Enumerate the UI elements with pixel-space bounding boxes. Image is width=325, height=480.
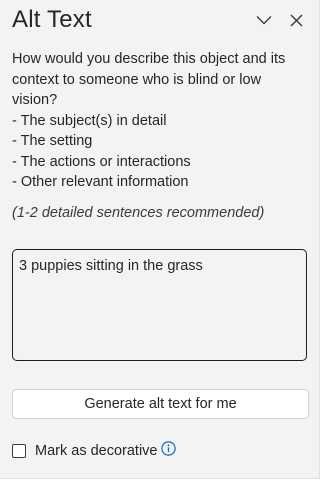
instructions-line: vision?	[12, 92, 58, 108]
collapse-button[interactable]	[252, 8, 276, 32]
instructions-line: How would you describe this object and i…	[12, 51, 286, 67]
instructions-line: - The actions or interactions	[12, 153, 191, 170]
instructions-line: - The setting	[12, 133, 93, 149]
recommendation-hint: (1-2 detailed sentences recommended)	[12, 205, 265, 221]
generate-alt-text-button[interactable]: Generate alt text for me	[12, 389, 309, 419]
alt-text-input[interactable]: 3 puppies sitting in the grass	[12, 249, 307, 361]
instructions-line: - The subject(s) in detail	[12, 112, 167, 129]
chevron-down-icon	[256, 15, 272, 25]
alt-text-pane: Alt Text How would you describe this obj…	[0, 0, 320, 479]
pane-title: Alt Text	[12, 6, 92, 33]
close-button[interactable]	[284, 8, 308, 32]
mark-decorative-label[interactable]: Mark as decorative	[35, 443, 158, 459]
mark-decorative-checkbox[interactable]	[12, 444, 26, 458]
instructions-text: How would you describe this object and i…	[12, 49, 312, 193]
close-icon	[290, 14, 303, 27]
instructions-line: - Other relevant information	[12, 174, 189, 190]
info-icon[interactable]	[160, 440, 176, 456]
instructions-line: context to someone who is blind or low	[12, 71, 262, 88]
decorative-row: Mark as decorative	[12, 440, 176, 462]
